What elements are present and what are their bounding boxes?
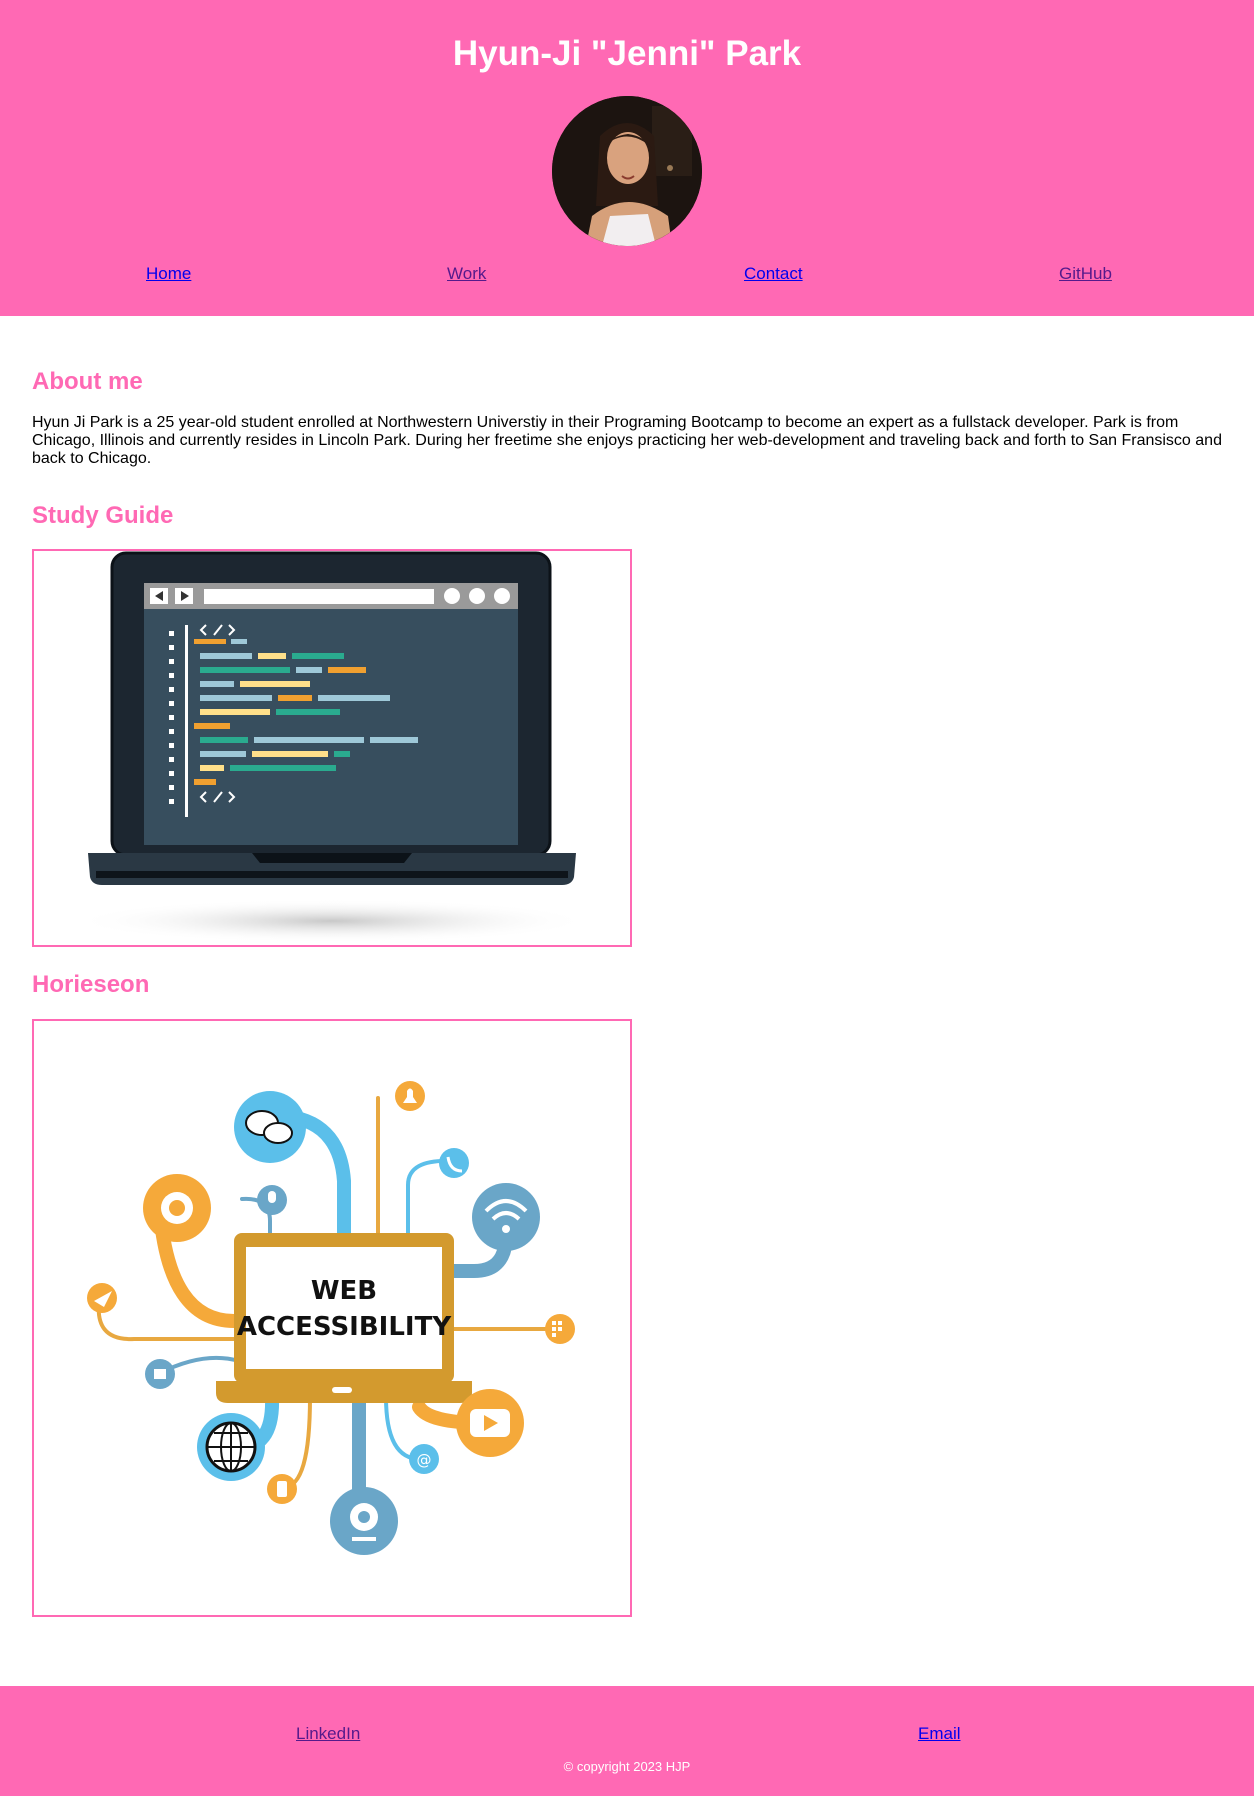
nav-work[interactable]: Work bbox=[447, 264, 486, 284]
horiseon-heading: Horieseon bbox=[32, 971, 150, 998]
site-footer: LinkedIn Email © copyright 2023 HJP bbox=[0, 1686, 1254, 1796]
site-title: Hyun-Ji "Jenni" Park bbox=[452, 34, 802, 73]
web-label: WEB bbox=[311, 1276, 377, 1306]
footer-linkedin[interactable]: LinkedIn bbox=[296, 1724, 360, 1744]
nav-github[interactable]: GitHub bbox=[1059, 264, 1112, 284]
accessibility-label: ACCESSIBILITY bbox=[237, 1312, 452, 1342]
about-text: Hyun Ji Park is a 25 year-old student en… bbox=[32, 414, 1222, 467]
main-content: About me Hyun Ji Park is a 25 year-old s… bbox=[0, 316, 1254, 1686]
copyright: © copyright 2023 HJP bbox=[563, 1759, 691, 1774]
footer-email[interactable]: Email bbox=[918, 1724, 961, 1744]
study-guide-heading: Study Guide bbox=[32, 502, 174, 529]
nav-contact[interactable]: Contact bbox=[744, 264, 803, 284]
profile-photo bbox=[552, 96, 702, 246]
svg-text:@: @ bbox=[417, 1451, 432, 1469]
nav-home[interactable]: Home bbox=[146, 264, 191, 284]
study-guide-image[interactable] bbox=[32, 549, 632, 947]
about-heading: About me bbox=[32, 368, 143, 395]
site-header: Hyun-Ji "Jenni" Park Home Work Contact G… bbox=[0, 0, 1254, 316]
horiseon-image[interactable]: WEB ACCESSIBILITY @ bbox=[32, 1019, 632, 1617]
